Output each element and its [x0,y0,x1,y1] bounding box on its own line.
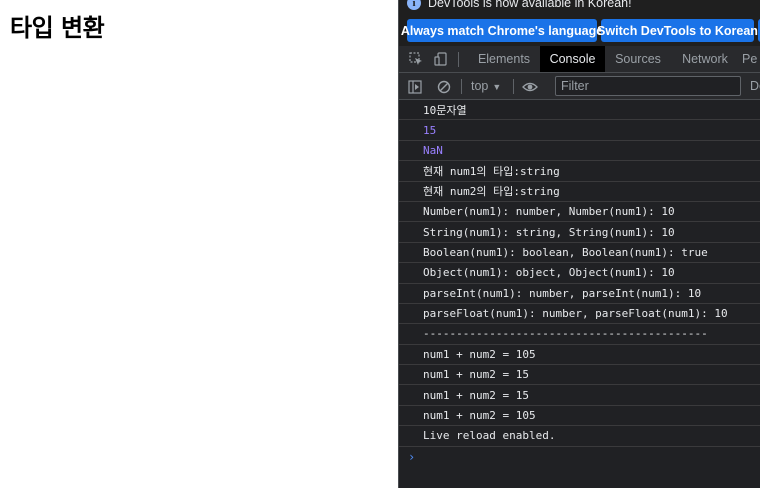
console-message: ----------------------------------------… [399,324,760,345]
console-output: 10문자열 15 NaN 현재 num1의 타입:string 현재 num2의 타입:… [399,100,760,467]
info-icon: i [407,0,421,10]
console-message: 현재 num1의 타입:string [399,161,760,182]
tab-performance[interactable]: Pe [742,46,760,72]
devtools-panel: i DevTools is now available in Korean! A… [398,0,760,488]
console-message: NaN [399,141,760,162]
console-message: Boolean(num1): boolean, Boolean(num1): t… [399,243,760,264]
show-sidebar-icon[interactable] [408,80,422,94]
language-notice-bar: i DevTools is now available in Korean! A… [399,0,760,46]
live-expression-eye-icon[interactable] [522,80,538,94]
switch-to-korean-button[interactable]: Switch DevTools to Korean [597,19,758,42]
console-prompt[interactable]: › [399,447,760,467]
tab-network[interactable]: Network [673,46,737,72]
page-heading: 타입 변환 [10,14,105,42]
device-toolbar-icon[interactable] [434,52,448,66]
console-message: parseFloat(num1): number, parseFloat(num… [399,304,760,325]
console-message: Live reload enabled. [399,426,760,447]
log-levels-dropdown[interactable]: De [750,79,760,93]
toolbar-divider [513,79,514,94]
chevron-down-icon: ▼ [492,82,502,92]
web-page: 타입 변환 [0,0,398,488]
always-match-language-button[interactable]: Always match Chrome's language [401,19,603,42]
console-toolbar: top▼ De [399,73,760,100]
toolbar-divider [461,79,462,94]
context-label: top [471,79,489,93]
inspect-element-icon[interactable] [409,52,423,66]
console-message: parseInt(num1): number, parseInt(num1): … [399,284,760,304]
clear-console-icon[interactable] [437,80,451,94]
console-message: num1 + num2 = 15 [399,365,760,386]
console-message: 10문자열 [399,100,760,121]
console-message: Number(num1): number, Number(num1): 10 [399,202,760,223]
console-message: num1 + num2 = 105 [399,345,760,366]
console-message: String(num1): string, String(num1): 10 [399,222,760,243]
console-filter-input[interactable] [555,76,741,96]
notice-text: DevTools is now available in Korean! [428,0,632,10]
console-message: Object(num1): object, Object(num1): 10 [399,263,760,284]
toolbar-divider [458,52,459,67]
console-message: 15 [399,120,760,141]
execution-context-select[interactable]: top ▼ [471,79,501,93]
console-message: num1 + num2 = 15 [399,385,760,406]
console-message: num1 + num2 = 105 [399,406,760,427]
tab-console[interactable]: Console [540,46,605,72]
tab-elements[interactable]: Elements [469,46,539,72]
devtools-tab-bar: Elements Console Sources Network Pe [399,46,760,73]
tab-sources[interactable]: Sources [607,46,669,72]
console-message: 현재 num2의 타입:string [399,182,760,202]
